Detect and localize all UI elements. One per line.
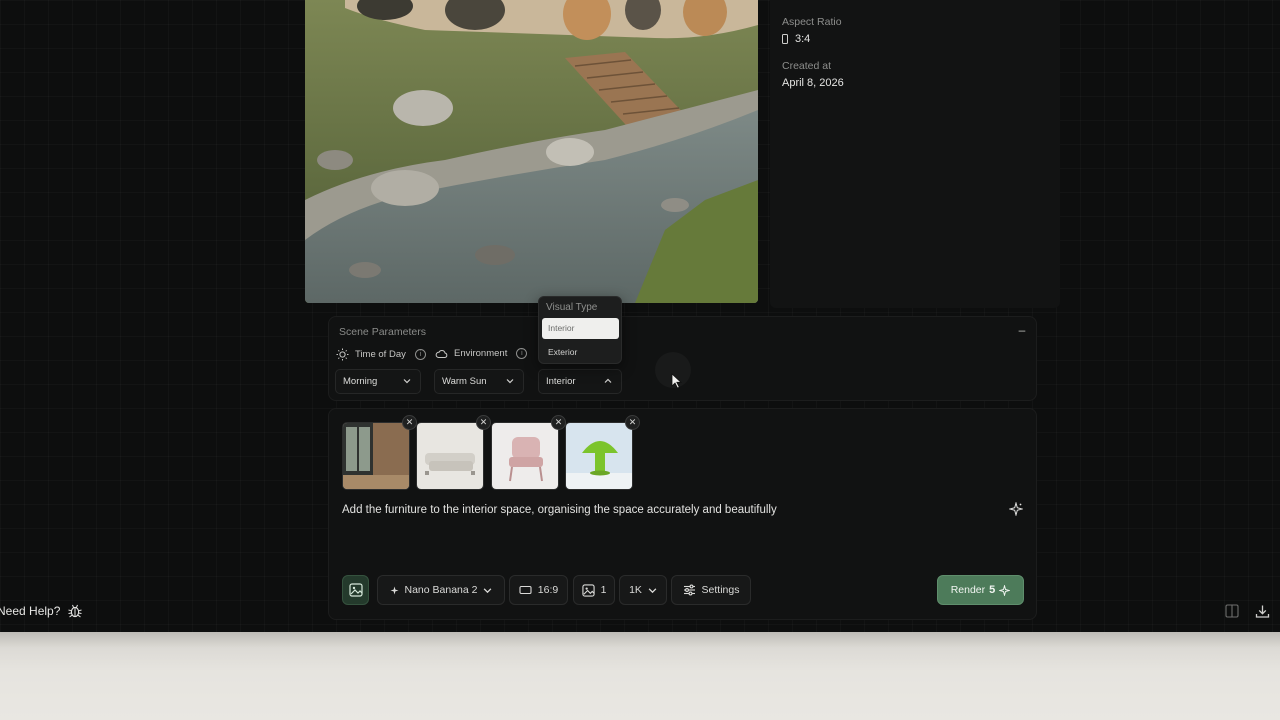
chevron-down-icon (484, 587, 492, 593)
landscape-image (305, 0, 758, 303)
image-icon (348, 583, 363, 597)
model-name: Nano Banana 2 (404, 584, 478, 596)
chevron-down-icon (403, 379, 411, 384)
pink-armchair-photo (492, 423, 558, 489)
visual-type-value: Interior (546, 376, 576, 387)
interior-room-photo (343, 423, 409, 489)
remove-attachment-button[interactable]: ✕ (402, 415, 417, 430)
resolution-value: 1K (629, 584, 642, 596)
sun-icon (336, 348, 349, 361)
created-at-value: April 8, 2026 (782, 77, 844, 89)
aspect-ratio-text: 3:4 (795, 33, 811, 45)
time-of-day-text: Time of Day (355, 349, 406, 360)
split-view-icon[interactable] (1225, 604, 1239, 618)
bug-icon (68, 604, 83, 618)
generated-image-preview[interactable] (305, 0, 758, 303)
aspect-ratio-label: Aspect Ratio (782, 16, 842, 28)
environment-label: Environment i (435, 348, 528, 359)
aspect-ratio-value: 3:4 (782, 33, 810, 45)
chevron-down-icon (648, 587, 657, 593)
attachment-thumbnail[interactable] (416, 422, 484, 490)
resolution-select[interactable]: 1K (619, 575, 667, 605)
scene-parameters-title: Scene Parameters (339, 326, 426, 338)
desktop-background (0, 632, 1280, 720)
rectangle-icon (519, 585, 532, 595)
prompt-panel: ✕ ✕ ✕ ✕ Add the furniture to the interio… (328, 408, 1037, 620)
mouse-cursor-icon (671, 373, 682, 389)
visual-type-option-exterior[interactable]: Exterior (542, 342, 619, 363)
attachment-thumbnail[interactable] (342, 422, 410, 490)
attachment-thumbnail[interactable] (565, 422, 633, 490)
visual-type-option-interior[interactable]: Interior (542, 318, 619, 339)
time-of-day-value: Morning (343, 376, 378, 387)
sparkle-icon (390, 586, 398, 594)
render-button[interactable]: Render 5 (937, 575, 1024, 605)
remove-attachment-button[interactable]: ✕ (476, 415, 491, 430)
phone-icon (782, 34, 788, 44)
visual-type-label: Visual Type (546, 302, 598, 313)
render-label: Render (950, 584, 986, 596)
image-input-button[interactable] (342, 575, 369, 605)
model-select[interactable]: Nano Banana 2 (377, 575, 505, 605)
environment-value: Warm Sun (442, 376, 487, 387)
chevron-up-icon (604, 378, 612, 383)
settings-button[interactable]: Settings (671, 575, 751, 605)
download-icon[interactable] (1255, 604, 1270, 619)
white-sofa-photo (417, 423, 483, 489)
environment-select[interactable]: Warm Sun (434, 369, 524, 394)
visual-type-dropdown: Visual Type Interior Exterior (538, 296, 622, 364)
collapse-button[interactable]: – (1016, 323, 1028, 337)
image-count-value: 1 (600, 584, 607, 596)
image-details-panel: Aspect Ratio 3:4 Created at April 8, 202… (770, 0, 1060, 308)
visual-type-select[interactable]: Interior (538, 369, 622, 394)
image-icon (581, 583, 595, 597)
environment-text: Environment (454, 348, 508, 359)
need-help-link[interactable]: Need Help? (0, 603, 83, 619)
settings-label: Settings (701, 584, 740, 596)
green-mushroom-lamp-photo (566, 423, 632, 489)
time-of-day-label: Time of Day i (336, 348, 426, 361)
time-of-day-select[interactable]: Morning (335, 369, 421, 394)
attachment-thumbnail[interactable] (491, 422, 559, 490)
remove-attachment-button[interactable]: ✕ (625, 415, 640, 430)
aspect-ratio-value: 16:9 (537, 584, 559, 596)
created-at-label: Created at (782, 60, 832, 72)
image-count-button[interactable]: 1 (573, 575, 615, 605)
aspect-ratio-button[interactable]: 16:9 (509, 575, 568, 605)
cloud-icon (435, 350, 448, 358)
prompt-text[interactable]: Add the furniture to the interior space,… (342, 504, 777, 516)
sparkle-icon (999, 584, 1011, 596)
remove-attachment-button[interactable]: ✕ (551, 415, 566, 430)
app-window: Aspect Ratio 3:4 Created at April 8, 202… (0, 0, 1280, 632)
chevron-down-icon (506, 379, 514, 384)
info-icon[interactable]: i (516, 348, 528, 359)
need-help-text: Need Help? (0, 604, 61, 618)
sparkle-icon[interactable] (1009, 502, 1023, 516)
info-icon[interactable]: i (414, 349, 426, 360)
sliders-icon (683, 584, 695, 596)
render-cost: 5 (989, 584, 996, 596)
